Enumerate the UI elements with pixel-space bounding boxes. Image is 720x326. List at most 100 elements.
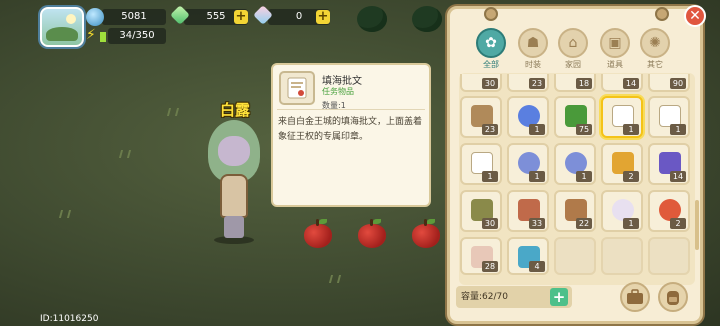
tab-1[interactable]: ☗ 时装 [516, 28, 550, 74]
apple-crop[interactable] [358, 219, 386, 248]
item-count: 1 [529, 124, 545, 135]
item-count: 18 [576, 78, 592, 89]
item-count: 75 [576, 124, 592, 135]
inventory-slot[interactable]: 75 [554, 96, 596, 138]
player-uid: ID:11016250 [40, 314, 99, 324]
item-count: 1 [623, 124, 639, 135]
energy-counter: 34/350 [108, 28, 166, 44]
item-count: 1 [576, 171, 592, 182]
apple-crop[interactable] [304, 219, 332, 248]
pin-icon [484, 7, 498, 21]
backpack-icon [667, 291, 679, 305]
inventory-slot[interactable]: 30 [460, 190, 502, 232]
item-count: 22 [576, 218, 592, 229]
tab-3[interactable]: ▣ 道具 [598, 28, 632, 74]
tab-glyph-icon: ▣ [608, 35, 622, 51]
inventory-slot[interactable]: 23 [460, 96, 502, 138]
inventory-slot[interactable]: 22 [554, 190, 596, 232]
inventory-slot[interactable]: 1 [554, 143, 596, 185]
tab-label: 全部 [483, 60, 499, 69]
hill-icon [46, 27, 78, 41]
tab-icon: ▣ [600, 28, 630, 58]
inventory-slot[interactable]: 4 [507, 237, 549, 275]
apple-crop[interactable] [412, 219, 440, 248]
tooltip-divider [277, 109, 425, 110]
tab-glyph-icon: ✺ [649, 35, 661, 51]
inventory-slot-empty[interactable] [554, 237, 596, 275]
tab-label: 时装 [525, 60, 541, 69]
character-body [220, 174, 248, 218]
tooltip-title: 填海批文 [322, 76, 362, 87]
coin-icon [86, 8, 104, 26]
item-count: 30 [482, 78, 498, 89]
inventory-slot[interactable]: 1 [507, 96, 549, 138]
tab-2[interactable]: ⌂ 家园 [556, 28, 590, 74]
backpack-button[interactable] [658, 282, 688, 312]
item-count: 33 [529, 218, 545, 229]
item-count: 14 [623, 78, 639, 89]
pin-icon [655, 7, 669, 21]
tab-label: 家园 [565, 60, 581, 69]
add-gems-button[interactable]: + [234, 10, 248, 24]
tab-0[interactable]: ✿ 全部 [474, 28, 508, 74]
inventory-slot[interactable]: 1 [460, 143, 502, 185]
item-count: 1 [529, 171, 545, 182]
inventory-slot[interactable]: 1 [601, 190, 643, 232]
close-button[interactable]: ✕ [684, 5, 706, 27]
tab-label: 道具 [607, 60, 623, 69]
item-count: 28 [482, 261, 498, 272]
inventory-slot[interactable]: 1 [648, 96, 690, 138]
inventory-slot[interactable]: 2 [648, 190, 690, 232]
tab-4[interactable]: ✺ 其它 [638, 28, 672, 74]
briefcase-button[interactable] [620, 282, 650, 312]
briefcase-icon [627, 289, 643, 304]
character-legs [224, 216, 244, 238]
item-count: 1 [482, 171, 498, 182]
inventory-scrollbar[interactable] [695, 200, 699, 250]
inventory-slot[interactable]: 2 [601, 143, 643, 185]
tab-glyph-icon: ☗ [526, 35, 540, 51]
add-crystals-button[interactable]: + [316, 10, 330, 24]
capacity-label: 容量:62/70 [461, 292, 508, 302]
grass-tuft [118, 150, 132, 158]
tab-glyph-icon: ⌂ [568, 35, 578, 51]
inventory-slot-empty[interactable] [601, 237, 643, 275]
inventory-slot-partial[interactable]: 14 [601, 74, 643, 92]
tab-glyph-icon: ✿ [485, 35, 497, 51]
inventory-slot[interactable]: 14 [648, 143, 690, 185]
item-count: 4 [529, 261, 545, 272]
character-face [218, 136, 250, 166]
item-count: 2 [670, 218, 686, 229]
inventory-slot[interactable]: 1 [507, 143, 549, 185]
inventory-slot[interactable]: 28 [460, 237, 502, 275]
item-count: 2 [623, 171, 639, 182]
sun-icon [66, 14, 76, 24]
tab-label: 其它 [647, 60, 663, 69]
shrub [412, 6, 442, 32]
tab-icon: ✺ [640, 28, 670, 58]
inventory-slot-partial[interactable]: 23 [507, 74, 549, 92]
shrub [357, 6, 387, 32]
tab-icon: ✿ [476, 28, 506, 58]
item-count: 1 [670, 124, 686, 135]
grass-tuft [166, 108, 180, 116]
inventory-slot-partial[interactable]: 90 [648, 74, 690, 92]
expand-capacity-button[interactable]: + [550, 288, 568, 306]
inventory-slot-partial[interactable]: 30 [460, 74, 502, 92]
inventory-slot[interactable]: 1 [601, 96, 643, 138]
inventory-slot-empty[interactable] [648, 237, 690, 275]
energy-icon: ⚡ [86, 27, 96, 43]
item-count: 30 [482, 218, 498, 229]
item-count: 90 [670, 78, 686, 89]
player-avatar[interactable] [40, 7, 84, 47]
energy-fill [100, 32, 106, 42]
character-name: 白露 [220, 101, 251, 119]
item-count: 14 [670, 171, 686, 182]
grass-tuft [328, 275, 342, 283]
player-character[interactable] [206, 120, 262, 246]
inventory-slot-partial[interactable]: 18 [554, 74, 596, 92]
tab-icon: ☗ [518, 28, 548, 58]
tooltip-description: 来自白金王城的填海批文，上面盖着象征王权的专属印章。 [278, 117, 423, 142]
inventory-slot[interactable]: 33 [507, 190, 549, 232]
coin-counter: 5081 [102, 9, 166, 25]
